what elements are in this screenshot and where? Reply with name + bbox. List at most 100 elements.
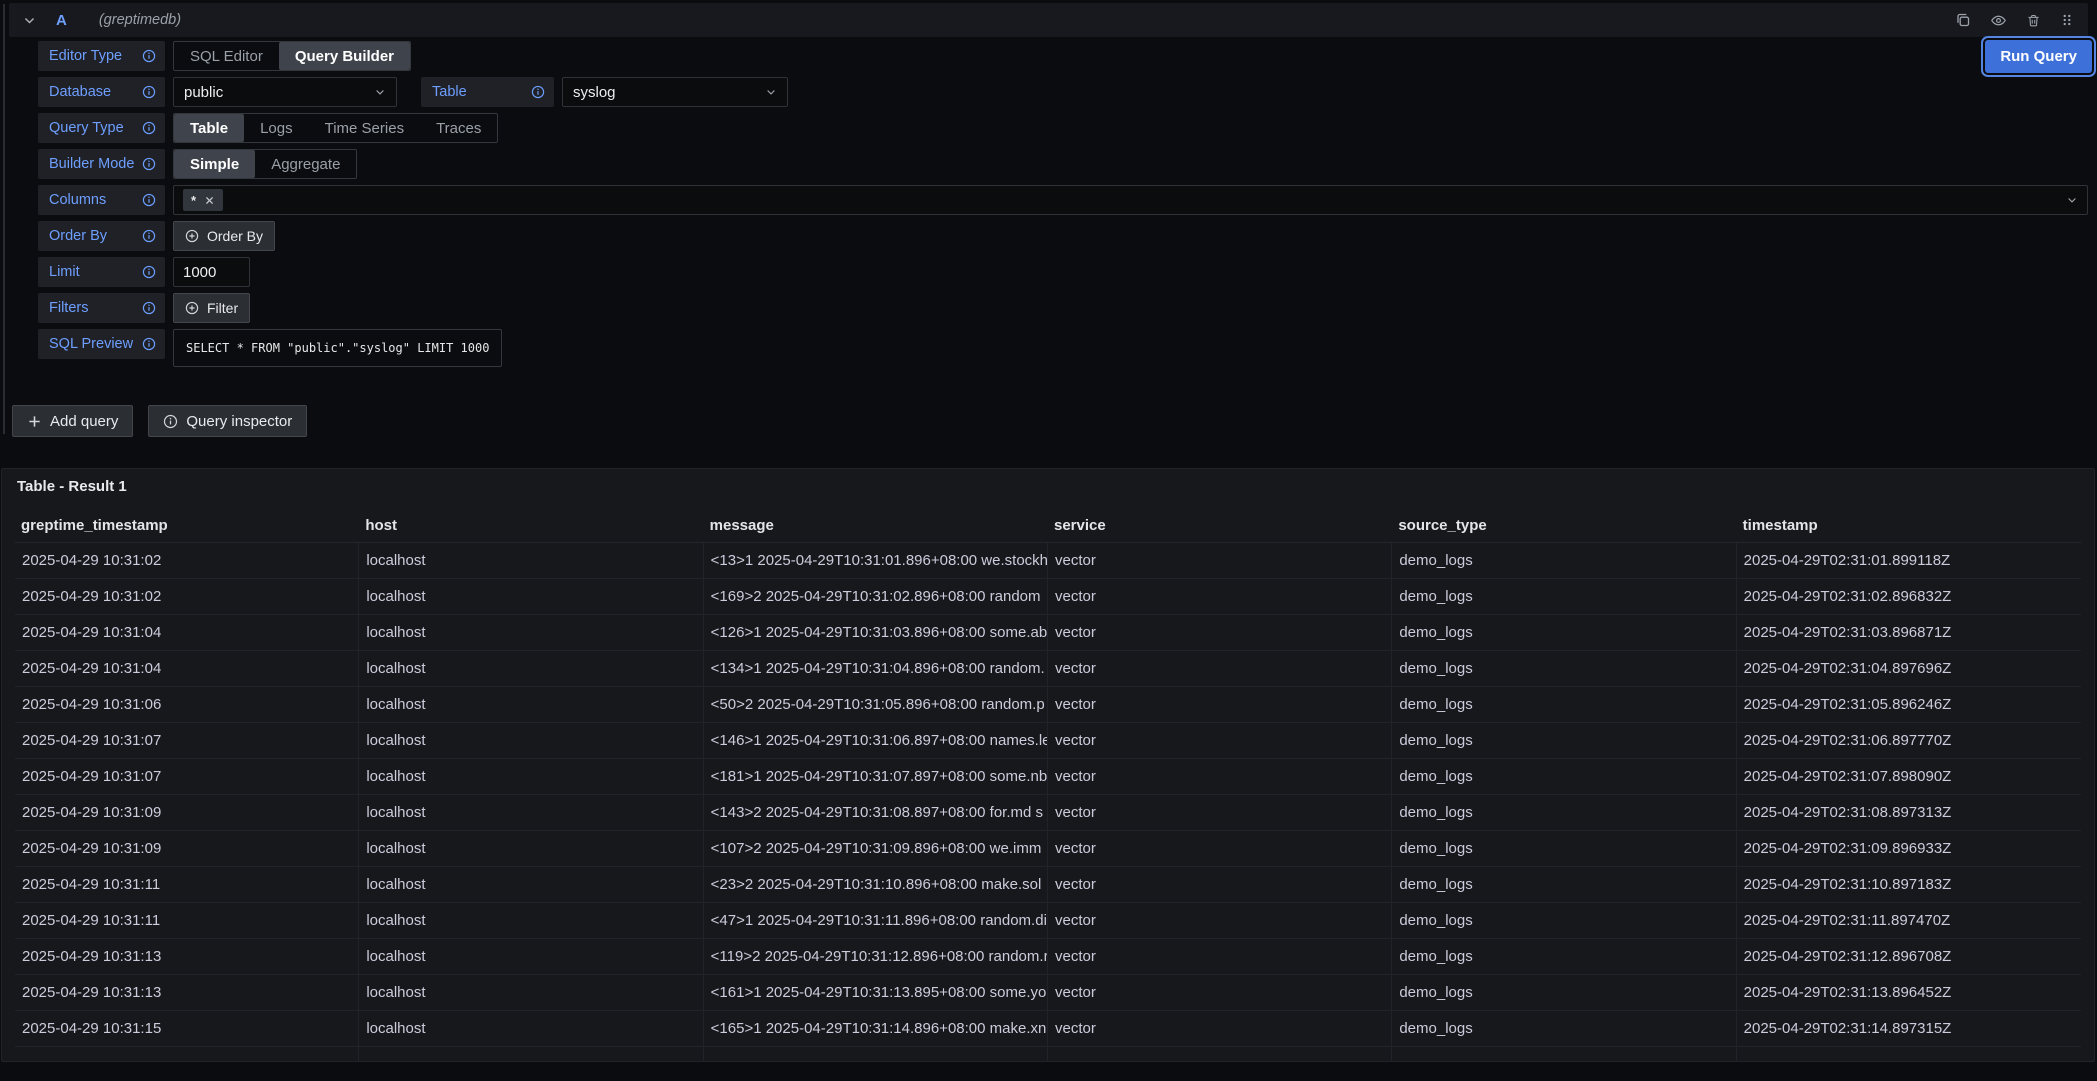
database-select[interactable]: public: [173, 77, 397, 107]
chevron-down-icon[interactable]: [23, 14, 36, 27]
option-aggregate[interactable]: Aggregate: [255, 150, 356, 178]
chevron-down-icon: [765, 86, 777, 98]
table-spacer-cell: [1737, 1047, 2081, 1062]
table-row: 2025-04-29 10:31:11localhost<47>1 2025-0…: [15, 903, 2081, 939]
option-query-builder[interactable]: Query Builder: [279, 42, 410, 70]
table-cell: vector: [1048, 759, 1392, 794]
table-row: 2025-04-29 10:31:04localhost<134>1 2025-…: [15, 651, 2081, 687]
field-label-limit: Limit: [38, 257, 165, 287]
table-cell: 2025-04-29 10:31:11: [15, 903, 359, 938]
table-row: 2025-04-29 10:31:07localhost<181>1 2025-…: [15, 759, 2081, 795]
field-label-text: Editor Type: [49, 48, 122, 64]
table-cell: localhost: [359, 975, 703, 1010]
table-cell: localhost: [359, 795, 703, 830]
table-cell: <119>2 2025-04-29T10:31:12.896+08:00 ran…: [704, 939, 1048, 974]
column-header-greptime_timestamp[interactable]: greptime_timestamp: [15, 517, 359, 534]
option-simple[interactable]: Simple: [174, 150, 255, 178]
table-header-row: greptime_timestamphostmessageservicesour…: [15, 517, 2081, 543]
info-icon[interactable]: [142, 193, 156, 207]
table-cell: <134>1 2025-04-29T10:31:04.896+08:00 ran…: [704, 651, 1048, 686]
duplicate-icon[interactable]: [1955, 12, 1971, 28]
table-cell: localhost: [359, 903, 703, 938]
table-select[interactable]: syslog: [562, 77, 788, 107]
field-label-filters: Filters: [38, 293, 165, 323]
table-selected-value: syslog: [573, 84, 616, 101]
table-spacer-cell: [1392, 1047, 1736, 1062]
table-cell: 2025-04-29 10:31:13: [15, 939, 359, 974]
editor-type-switch: SQL Editor Query Builder: [173, 41, 411, 71]
add-query-button[interactable]: Add query: [12, 405, 133, 437]
table-cell: 2025-04-29T02:31:06.897770Z: [1737, 723, 2081, 758]
info-icon[interactable]: [142, 229, 156, 243]
table-cell: demo_logs: [1392, 687, 1736, 722]
chip-label: *: [191, 193, 196, 208]
info-icon[interactable]: [142, 265, 156, 279]
drag-handle-icon[interactable]: [2060, 13, 2074, 27]
field-label-text: Query Type: [49, 120, 124, 136]
field-label-text: Limit: [49, 264, 80, 280]
circle-plus-icon: [185, 301, 199, 315]
option-table[interactable]: Table: [174, 114, 244, 142]
table-cell: localhost: [359, 867, 703, 902]
chevron-down-icon: [2066, 194, 2078, 206]
info-icon[interactable]: [142, 157, 156, 171]
table-cell: demo_logs: [1392, 1011, 1736, 1046]
info-icon[interactable]: [142, 85, 156, 99]
form-row-filters: Filters Filter: [38, 293, 250, 323]
field-label-text: SQL Preview: [49, 336, 133, 352]
table-cell: <165>1 2025-04-29T10:31:14.896+08:00 mak…: [704, 1011, 1048, 1046]
info-icon[interactable]: [531, 85, 545, 99]
delete-icon[interactable]: [2026, 13, 2041, 28]
info-icon[interactable]: [142, 337, 156, 351]
table-row: 2025-04-29 10:31:09localhost<143>2 2025-…: [15, 795, 2081, 831]
table-cell: vector: [1048, 939, 1392, 974]
column-header-timestamp[interactable]: timestamp: [1737, 517, 2081, 534]
table-row: 2025-04-29 10:31:06localhost<50>2 2025-0…: [15, 687, 2081, 723]
table-cell: vector: [1048, 831, 1392, 866]
table-cell: 2025-04-29T02:31:12.896708Z: [1737, 939, 2081, 974]
table-cell: demo_logs: [1392, 651, 1736, 686]
column-header-service[interactable]: service: [1048, 517, 1392, 534]
table-cell: 2025-04-29 10:31:04: [15, 651, 359, 686]
table-cell: 2025-04-29T02:31:10.897183Z: [1737, 867, 2081, 902]
table-cell: localhost: [359, 651, 703, 686]
column-header-source_type[interactable]: source_type: [1392, 517, 1736, 534]
column-header-message[interactable]: message: [704, 517, 1048, 534]
table-row: 2025-04-29 10:31:02localhost<169>2 2025-…: [15, 579, 2081, 615]
table-cell: demo_logs: [1392, 975, 1736, 1010]
table-cell: vector: [1048, 687, 1392, 722]
table-cell: 2025-04-29 10:31:09: [15, 831, 359, 866]
table-spacer-cell: [359, 1047, 703, 1062]
table-row: 2025-04-29 10:31:07localhost<146>1 2025-…: [15, 723, 2081, 759]
table-spacer-cell: [1048, 1047, 1392, 1062]
run-query-button[interactable]: Run Query: [1985, 40, 2092, 73]
info-icon[interactable]: [142, 301, 156, 315]
table-cell: demo_logs: [1392, 543, 1736, 578]
table-cell: <161>1 2025-04-29T10:31:13.895+08:00 som…: [704, 975, 1048, 1010]
table-cell: 2025-04-29 10:31:02: [15, 543, 359, 578]
option-time-series[interactable]: Time Series: [309, 114, 420, 142]
table-cell: vector: [1048, 795, 1392, 830]
remove-chip-icon[interactable]: [204, 195, 215, 206]
add-order-by-button[interactable]: Order By: [173, 221, 275, 251]
query-row-header[interactable]: A (greptimedb): [9, 3, 2088, 37]
option-sql-editor[interactable]: SQL Editor: [174, 42, 279, 70]
hide-icon[interactable]: [1990, 12, 2007, 29]
table-cell: vector: [1048, 723, 1392, 758]
add-filter-button[interactable]: Filter: [173, 293, 250, 323]
limit-input[interactable]: 1000: [173, 257, 250, 287]
form-row-query-type: Query Type Table Logs Time Series Traces: [38, 113, 498, 143]
option-traces[interactable]: Traces: [420, 114, 497, 142]
plus-icon: [27, 414, 42, 429]
table-cell: demo_logs: [1392, 867, 1736, 902]
table-row: 2025-04-29 10:31:13localhost<161>1 2025-…: [15, 975, 2081, 1011]
query-inspector-button[interactable]: Query inspector: [148, 405, 307, 437]
columns-multiselect[interactable]: *: [173, 185, 2088, 215]
query-editor-page: A (greptimedb) Run Query Editor Type SQ: [0, 0, 2097, 1081]
info-icon[interactable]: [142, 121, 156, 135]
table-cell: <23>2 2025-04-29T10:31:10.896+08:00 make…: [704, 867, 1048, 902]
option-logs[interactable]: Logs: [244, 114, 309, 142]
field-label-query-type: Query Type: [38, 113, 165, 143]
column-header-host[interactable]: host: [359, 517, 703, 534]
info-icon[interactable]: [142, 49, 156, 63]
